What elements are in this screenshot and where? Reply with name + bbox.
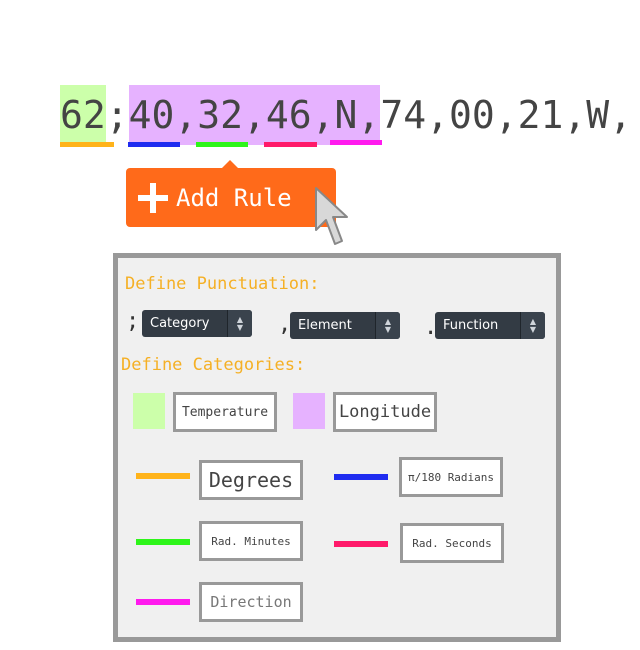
select-comma[interactable]: Element ▲ ▼ [290, 312, 400, 339]
underline-direction [330, 140, 382, 145]
underline-degrees [60, 142, 114, 147]
token-temperature: 62 [60, 85, 106, 145]
element-label-seconds[interactable]: Rad. Seconds [400, 523, 504, 563]
element-swatch-direction [136, 599, 190, 605]
select-semicolon-value: Category [150, 316, 210, 331]
token-separator: ; [105, 93, 129, 137]
annotated-sequence: 62; 40,32,46,N, 74,00,21,W, [60, 85, 632, 145]
element-swatch-radians [334, 474, 388, 480]
select-period-value: Function [443, 318, 499, 333]
chevron-updown-icon: ▲ ▼ [520, 312, 545, 339]
category-swatch-temperature [133, 393, 165, 429]
add-rule-button[interactable]: Add Rule [126, 160, 336, 227]
punctuation-title: Define Punctuation: [125, 274, 320, 294]
select-period[interactable]: Function ▲ ▼ [435, 312, 545, 339]
token-longitude: 40,32,46,N, [128, 85, 381, 145]
underline-radians [128, 142, 180, 147]
category-label-longitude[interactable]: Longitude [333, 392, 437, 432]
category-label-temperature[interactable]: Temperature [173, 392, 277, 432]
select-semicolon[interactable]: Category ▲ ▼ [142, 310, 252, 337]
punctuation-char-semicolon: ; [126, 309, 140, 334]
definition-panel: Define Punctuation: ; Category ▲ ▼ , Elem… [113, 253, 561, 642]
chevron-updown-icon: ▲ ▼ [227, 310, 252, 337]
element-swatch-seconds [334, 541, 388, 547]
element-label-radians[interactable]: π/180 Radians [399, 457, 503, 497]
plus-icon [138, 182, 168, 213]
category-swatch-longitude [293, 393, 325, 429]
element-swatch-degrees [136, 473, 190, 479]
add-rule-label: Add Rule [176, 183, 292, 212]
cursor-icon [315, 187, 348, 245]
element-label-direction[interactable]: Direction [199, 582, 303, 622]
element-label-minutes[interactable]: Rad. Minutes [199, 521, 303, 561]
underline-minutes [196, 142, 248, 147]
element-label-degrees[interactable]: Degrees [199, 460, 303, 500]
element-swatch-minutes [136, 539, 190, 545]
categories-title: Define Categories: [121, 355, 306, 375]
chevron-updown-icon: ▲ ▼ [375, 312, 400, 339]
token-unannotated: 74,00,21,W, [380, 93, 632, 137]
underline-seconds [264, 142, 317, 147]
select-comma-value: Element [298, 318, 352, 333]
